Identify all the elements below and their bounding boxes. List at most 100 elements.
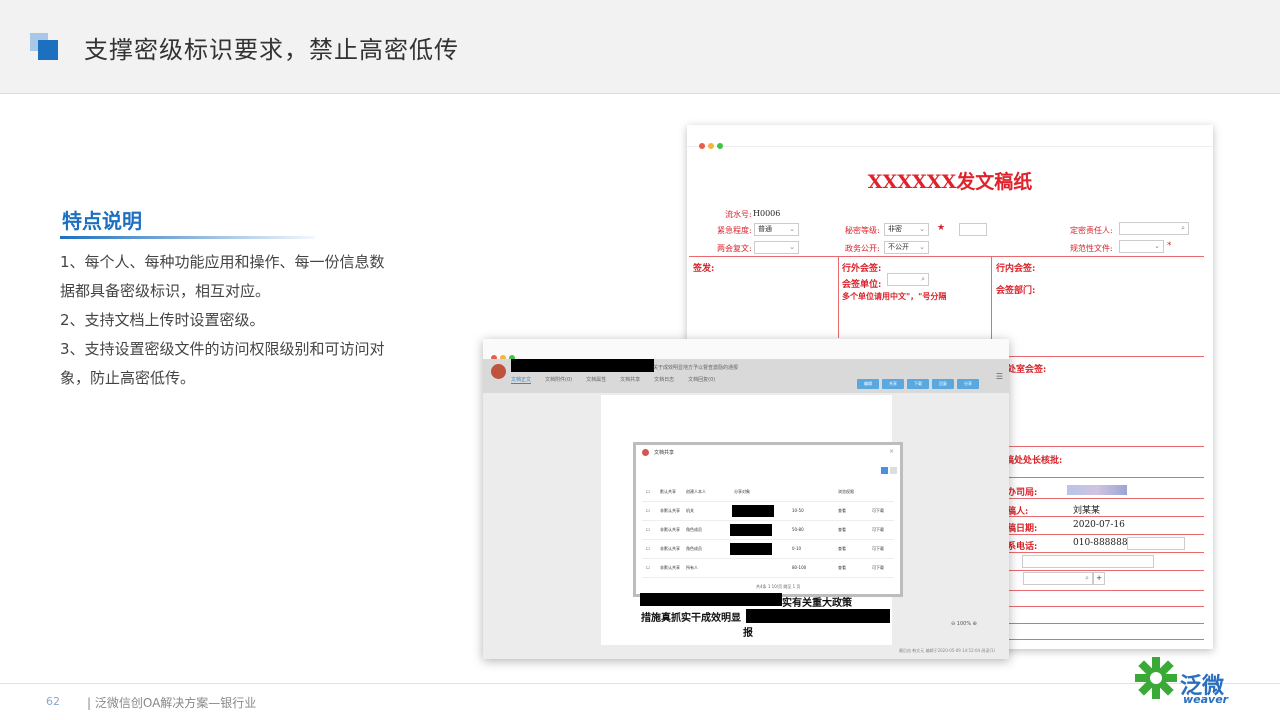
redaction-bar: [732, 505, 774, 517]
cell: 角色成员: [686, 546, 702, 551]
cell: 可下载: [872, 508, 884, 513]
footer-divider: [0, 683, 1280, 684]
cell: 非默认共享: [660, 565, 680, 570]
secret-extra-input[interactable]: [959, 223, 987, 236]
download-button[interactable]: 下载: [907, 379, 929, 389]
reply-label: 两会复文:: [717, 244, 752, 253]
pagination[interactable]: 共4条 1 10/页 跳至 1 页: [756, 584, 800, 590]
reply-select[interactable]: ⌄: [754, 241, 799, 254]
add-share-icon[interactable]: [881, 467, 888, 474]
redaction-bar: [746, 609, 890, 623]
sign-unit-input[interactable]: ⌕: [887, 273, 929, 286]
office-sign-label: 处室会签:: [1007, 365, 1047, 375]
internal-sign-label: 行内会签:: [996, 264, 1036, 274]
share-button[interactable]: 共享: [882, 379, 904, 389]
tab-attachments[interactable]: 文档附件(0): [545, 377, 572, 383]
logo-subtext: weaver: [1183, 693, 1229, 706]
avatar[interactable]: [491, 364, 506, 379]
zoom-control[interactable]: ⊖ 100% ⊕: [951, 621, 977, 627]
row-checkbox[interactable]: ☐: [646, 508, 650, 513]
footer-text: | 泛微信创OA解决方案—银行业: [87, 696, 257, 710]
add-icon[interactable]: +: [1093, 572, 1105, 585]
cell: 角色成员: [686, 527, 702, 532]
cell: 可下载: [872, 565, 884, 570]
zoom-level: 100%: [956, 621, 972, 627]
secret-level-select[interactable]: 非密 ⌄: [884, 223, 929, 236]
cell: 可下载: [872, 527, 884, 532]
share-dialog: 文档共享 × ☐ 默认共享 创建人本人 分享对象 浏览权限 ☐ 非默认共享 机关…: [633, 442, 903, 597]
date-label: 稿日期:: [1007, 524, 1038, 534]
table-row[interactable]: ☐ 非默认共享 所有人 80-100 查看 可下载: [642, 559, 894, 578]
required-star-icon: ★: [937, 223, 946, 233]
minimize-dot-icon[interactable]: [708, 143, 714, 149]
forward-button[interactable]: 分享: [957, 379, 979, 389]
feature-item: 2、支持文档上传时设置密级。: [60, 311, 265, 329]
sign-unit-label: 会签单位:: [842, 280, 882, 290]
public-select[interactable]: 不公开 ⌄: [884, 241, 929, 254]
window-titlebar: [687, 125, 1213, 149]
edit-info: 最后由 韩文元 编辑于2020-05-09 14:52:04 阅读(1): [899, 648, 995, 653]
head-approve-label: 稿处处长核批:: [1005, 456, 1063, 466]
urgency-select[interactable]: 普通 ⌄: [754, 223, 799, 236]
extra-input[interactable]: [1022, 555, 1154, 568]
features-list: 1、每个人、每种功能应用和操作、每一份信息数据都具备密级标识，相互对应。 2、支…: [60, 248, 390, 393]
dialog-title: 文档共享: [654, 450, 675, 456]
cell: 非默认共享: [660, 508, 680, 513]
window-titlebar: [483, 339, 1009, 361]
cell: 可下载: [872, 546, 884, 551]
cell: 所有人: [686, 565, 698, 570]
select-all-checkbox[interactable]: ☐: [646, 489, 650, 494]
feature-item: 1、每个人、每种功能应用和操作、每一份信息数据都具备密级标识，相互对应。: [60, 253, 385, 300]
form-divider: [991, 477, 1204, 478]
phone-extra-input[interactable]: [1127, 537, 1185, 550]
menu-icon[interactable]: ☰: [996, 372, 1003, 381]
public-label: 政务公开:: [845, 244, 880, 253]
cell: 0-10: [792, 546, 802, 551]
form-divider: [991, 606, 1204, 607]
row-checkbox[interactable]: ☐: [646, 527, 650, 532]
tab-replies[interactable]: 文档回复(0): [688, 377, 715, 383]
form-divider: [991, 552, 1204, 553]
viewer-buttons: 编辑 共享 下载 回复 分享: [854, 370, 979, 389]
document-text-line: 实有关重大政策: [782, 598, 852, 609]
form-divider: [991, 356, 1204, 357]
blurred-seal: [1067, 485, 1127, 495]
weaver-logo-icon: [1135, 657, 1177, 699]
table-row[interactable]: ☐ 非默认共享 角色成员 50-80 查看 可下载: [642, 521, 894, 540]
owner-search-input[interactable]: ⌕: [1119, 222, 1189, 235]
cell: 80-100: [792, 565, 807, 570]
edit-button[interactable]: 编辑: [857, 379, 879, 389]
redaction-bar: [511, 359, 654, 372]
features-underline: [60, 236, 315, 239]
reply-button[interactable]: 回复: [932, 379, 954, 389]
required-star-icon: *: [1167, 241, 1172, 251]
sign-label: 签发:: [693, 264, 715, 274]
normative-select[interactable]: ⌄: [1119, 240, 1164, 253]
cell: 查看: [838, 527, 846, 532]
document-text-line: 措施真抓实干成效明显: [641, 613, 741, 624]
redaction-bar: [730, 524, 772, 536]
row-checkbox[interactable]: ☐: [646, 565, 650, 570]
delete-share-icon[interactable]: [890, 467, 897, 474]
form-divider: [991, 534, 1204, 535]
table-row[interactable]: ☐ 非默认共享 角色成员 0-10 查看 可下载: [642, 540, 894, 559]
column-header: 创建人本人: [686, 489, 706, 494]
tab-properties[interactable]: 文档属性: [586, 377, 606, 383]
maximize-dot-icon[interactable]: [717, 143, 723, 149]
tab-document-body[interactable]: 文档正文: [511, 377, 532, 384]
column-header: 分享对象: [734, 489, 750, 494]
serial-value: H0006: [753, 209, 781, 218]
table-row[interactable]: ☐ 非默认共享 机关 10-50 查看 可下载: [642, 502, 894, 521]
close-icon[interactable]: ×: [889, 448, 894, 455]
row-checkbox[interactable]: ☐: [646, 546, 650, 551]
external-sign-label: 行外会签:: [842, 264, 882, 274]
redaction-bar: [730, 543, 772, 555]
form-divider: [689, 256, 1204, 257]
feature-item: 3、支持设置密级文件的访问权限级别和可访问对象，防止高密低传。: [60, 340, 385, 387]
urgency-label: 紧急程度:: [717, 226, 752, 235]
close-dot-icon[interactable]: [699, 143, 705, 149]
attach-search-input[interactable]: ⌕: [1023, 572, 1093, 585]
document-viewer-window: 关于成效明显地方予以督查激励的通报 文档正文 文档附件(0) 文档属性 文档共享 文档日…: [483, 339, 1009, 659]
tab-share[interactable]: 文档共享: [620, 377, 640, 383]
tab-log[interactable]: 文档日志: [654, 377, 674, 383]
